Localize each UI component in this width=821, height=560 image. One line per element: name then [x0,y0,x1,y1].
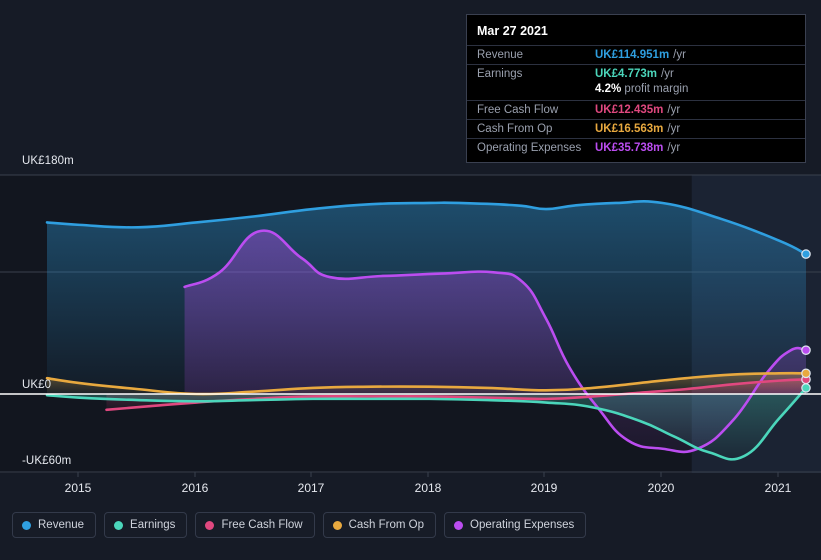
cash-from-op-color-dot [332,520,342,530]
tooltip-key-cash-from-op: Cash From Op [477,123,553,135]
earnings-color-dot [114,520,124,530]
legend-label-revenue: Revenue [38,519,85,531]
y-axis-label-top: UK£180m [22,155,74,167]
y-axis-label-zero: UK£0 [22,379,52,391]
tooltip-profit-margin: 4.2% profit margin [595,83,688,95]
tooltip-value-earnings: UK£4.773m [595,68,658,80]
tooltip-unit-operating-expenses: /yr [667,142,681,154]
y-axis-label-bottom: -UK£60m [22,455,72,467]
x-axis-label-2019: 2019 [530,481,558,495]
legend-item-cash-from-op[interactable]: Cash From Op [322,512,437,538]
tooltip-row-profit-margin: 4.2% profit margin [467,83,805,100]
legend-item-free-cash-flow[interactable]: Free Cash Flow [195,512,315,538]
tooltip-value-revenue: UK£114.951m [595,49,670,61]
tooltip-row-operating-expenses: Operating Expenses UK£35.738m /yr [467,138,805,157]
tooltip-date: Mar 27 2021 [477,24,548,38]
x-axis-label-2018: 2018 [414,481,442,495]
tooltip-key-revenue: Revenue [477,49,524,61]
tooltip-key-earnings: Earnings [477,68,523,80]
tooltip-row-earnings: Earnings UK£4.773m /yr [467,64,805,83]
legend-label-free-cash-flow: Free Cash Flow [221,519,303,531]
x-axis-label-2015: 2015 [64,481,92,495]
tooltip-row-revenue: Revenue UK£114.951m /yr [467,45,805,64]
legend-label-cash-from-op: Cash From Op [348,519,425,531]
x-axis-label-2016: 2016 [181,481,209,495]
tooltip-unit-free-cash-flow: /yr [667,104,681,116]
tooltip-key-operating-expenses: Operating Expenses [477,142,582,154]
legend-item-revenue[interactable]: Revenue [12,512,97,538]
revenue-color-dot [22,520,31,530]
legend-label-earnings: Earnings [130,519,176,531]
tooltip-unit-revenue: /yr [673,49,686,61]
tooltip-row-cash-from-op: Cash From Op UK£16.563m /yr [467,119,805,138]
tooltip-value-free-cash-flow: UK£12.435m [595,104,664,116]
x-axis-label-2017: 2017 [297,481,325,495]
tooltip-row-free-cash-flow: Free Cash Flow UK£12.435m /yr [467,100,805,119]
x-axis-label-2020: 2020 [647,481,675,495]
legend-item-operating-expenses[interactable]: Operating Expenses [444,512,587,538]
financial-chart-page: UK£180m UK£0 -UK£60m 2015 2016 2017 2018… [0,0,821,560]
legend-item-earnings[interactable]: Earnings [104,512,188,538]
tooltip-value-cash-from-op: UK£16.563m [595,123,664,135]
chart-tooltip: Mar 27 2021 Revenue UK£114.951m /yr Earn… [466,14,806,163]
operating-expenses-color-dot [454,520,464,530]
x-axis-label-2021: 2021 [764,481,792,495]
tooltip-profit-margin-value: 4.2% [595,83,622,95]
tooltip-unit-cash-from-op: /yr [667,123,681,135]
free-cash-flow-color-dot [205,520,215,530]
tooltip-value-operating-expenses: UK£35.738m [595,142,664,154]
tooltip-profit-margin-label: profit margin [624,83,689,95]
tooltip-key-free-cash-flow: Free Cash Flow [477,104,559,116]
legend-label-operating-expenses: Operating Expenses [470,519,575,531]
chart-legend: Revenue Earnings Free Cash Flow Cash Fro… [12,512,587,538]
tooltip-unit-earnings: /yr [661,68,674,80]
